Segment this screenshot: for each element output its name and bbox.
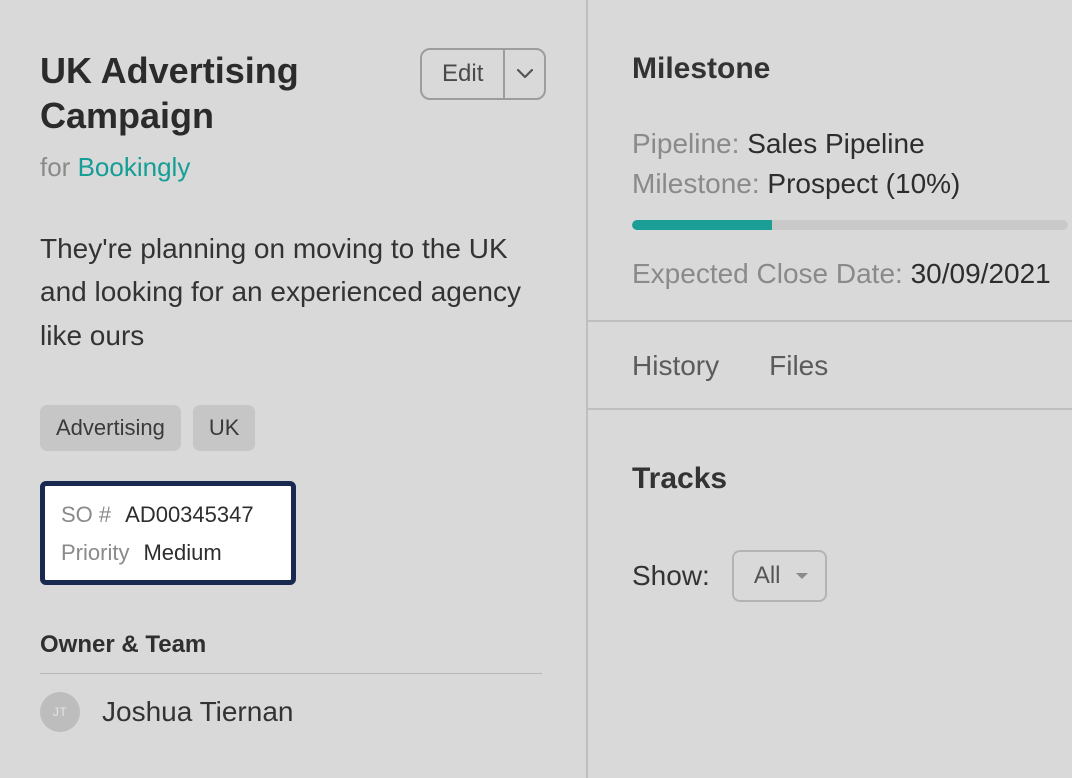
pipeline-line: Pipeline: Sales Pipeline <box>632 128 1068 160</box>
for-target-link[interactable]: Bookingly <box>78 152 191 182</box>
expected-close-label: Expected Close Date: <box>632 258 911 289</box>
tracks-show-select[interactable]: All <box>732 550 827 602</box>
so-highlight-box: SO # AD00345347 Priority Medium <box>40 481 296 585</box>
edit-button-group: Edit <box>420 48 546 100</box>
caret-down-icon <box>795 572 809 581</box>
tag-list: Advertising UK <box>40 405 546 451</box>
tab-history[interactable]: History <box>632 350 719 382</box>
tracks-show-row: Show: All <box>632 550 1028 602</box>
so-number-label: SO # <box>61 502 111 528</box>
milestone-progress[interactable] <box>632 220 1068 230</box>
so-number-row: SO # AD00345347 <box>61 502 275 528</box>
pipeline-value: Sales Pipeline <box>747 128 924 159</box>
edit-button[interactable]: Edit <box>422 50 503 98</box>
priority-value: Medium <box>143 540 221 566</box>
milestone-label: Milestone: <box>632 168 767 199</box>
priority-row: Priority Medium <box>61 540 275 566</box>
expected-close-line: Expected Close Date: 30/09/2021 <box>632 258 1068 290</box>
tracks-heading: Tracks <box>632 462 1028 496</box>
milestone-section: Milestone Pipeline: Sales Pipeline Miles… <box>588 0 1072 322</box>
right-pane: Milestone Pipeline: Sales Pipeline Miles… <box>588 0 1072 778</box>
edit-dropdown-button[interactable] <box>503 50 544 98</box>
owner-team-heading: Owner & Team <box>40 631 542 674</box>
tabs-bar: History Files <box>588 322 1072 410</box>
tab-files[interactable]: Files <box>769 350 828 382</box>
tracks-show-value: All <box>754 562 781 590</box>
tag-advertising[interactable]: Advertising <box>40 405 181 451</box>
chevron-down-icon <box>517 69 533 79</box>
owner-name: Joshua Tiernan <box>102 696 293 728</box>
milestone-progress-fill <box>632 220 772 230</box>
pipeline-label: Pipeline: <box>632 128 747 159</box>
tag-uk[interactable]: UK <box>193 405 256 451</box>
tracks-section: Tracks Show: All <box>588 410 1072 602</box>
left-pane: UK Advertising Campaign Edit for Booking… <box>0 0 588 778</box>
campaign-title: UK Advertising Campaign <box>40 48 400 138</box>
milestone-line: Milestone: Prospect (10%) <box>632 168 1068 200</box>
milestone-value: Prospect (10%) <box>767 168 960 199</box>
for-line: for Bookingly <box>40 152 546 183</box>
milestone-heading: Milestone <box>632 52 1068 86</box>
for-prefix: for <box>40 152 78 182</box>
tracks-show-label: Show: <box>632 560 710 592</box>
title-row: UK Advertising Campaign Edit <box>40 48 546 138</box>
avatar[interactable]: JT <box>40 692 80 732</box>
so-number-value: AD00345347 <box>125 502 253 528</box>
campaign-description: They're planning on moving to the UK and… <box>40 227 546 357</box>
owner-row: JT Joshua Tiernan <box>40 692 546 732</box>
priority-label: Priority <box>61 540 129 566</box>
expected-close-value: 30/09/2021 <box>911 258 1051 289</box>
